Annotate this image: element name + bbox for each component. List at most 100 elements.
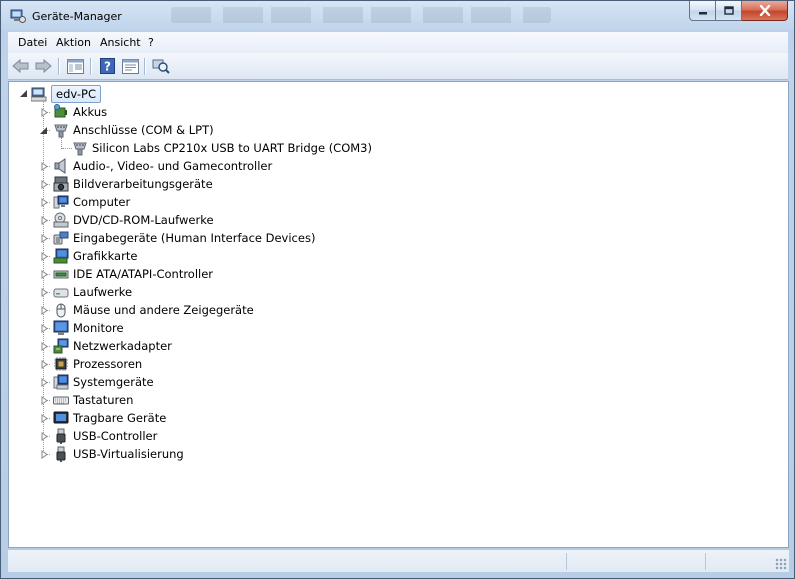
tree-category-label: Bildverarbeitungsgeräte (73, 177, 213, 191)
expand-triangle-icon[interactable] (40, 288, 49, 297)
menu-datei[interactable]: Datei (18, 36, 47, 49)
tree-category-row[interactable]: Audio-, Video- und Gamecontroller (9, 157, 709, 175)
minimize-icon (698, 11, 707, 14)
expand-triangle-icon[interactable] (40, 396, 49, 405)
system-device-icon (53, 374, 69, 390)
battery-icon (54, 104, 67, 118)
forward-arrow-icon (35, 59, 52, 73)
status-segment (705, 553, 706, 570)
computer-icon (31, 87, 47, 102)
tree-category-row[interactable]: Tragbare Geräte (9, 409, 709, 427)
properties-button[interactable] (120, 57, 140, 75)
tree-root-label: edv-PC (51, 85, 101, 103)
expand-triangle-icon[interactable] (40, 270, 49, 279)
tree-category-row[interactable]: Monitore (9, 319, 709, 337)
tree-category-row[interactable]: Mäuse und andere Zeigegeräte (9, 301, 709, 319)
expand-triangle-icon[interactable] (40, 234, 49, 243)
tree-category-label: Laufwerke (73, 285, 133, 299)
tree-category-row[interactable]: Systemgeräte (9, 373, 709, 391)
close-button[interactable] (742, 1, 788, 21)
close-icon (759, 5, 770, 16)
forward-button[interactable] (33, 57, 53, 75)
maximize-button[interactable] (716, 1, 742, 21)
tree-category-row[interactable]: USB-Virtualisierung (9, 445, 709, 463)
expand-triangle-icon[interactable] (40, 306, 49, 315)
tree-device-label: Silicon Labs CP210x USB to UART Bridge (… (92, 141, 372, 155)
expand-triangle-icon[interactable] (40, 180, 49, 189)
speaker-icon (54, 158, 66, 174)
resize-grip[interactable] (775, 558, 787, 570)
computer-icon (53, 195, 69, 209)
tree-category-label: Tragbare Geräte (73, 411, 167, 425)
scan-hardware-icon (152, 59, 170, 74)
camera-icon (53, 176, 69, 192)
disk-drive-icon (53, 288, 69, 298)
tree-category-row[interactable]: Prozessoren (9, 355, 709, 373)
expand-triangle-icon[interactable] (40, 324, 49, 333)
tree-category-label: Anschlüsse (COM & LPT) (73, 123, 214, 137)
expand-triangle-icon[interactable] (40, 342, 49, 351)
tree-category-row[interactable]: Anschlüsse (COM & LPT) (9, 121, 709, 139)
expand-triangle-icon[interactable] (40, 450, 49, 459)
tree-category-row[interactable]: Grafikkarte (9, 247, 709, 265)
expand-triangle-icon[interactable] (40, 216, 49, 225)
expand-triangle-icon[interactable] (40, 414, 49, 423)
tree-category-row[interactable]: Laufwerke (9, 283, 709, 301)
show-hide-console-tree-button[interactable] (65, 57, 85, 75)
device-manager-app-icon (10, 9, 26, 23)
background-title-blur (171, 7, 551, 23)
expand-triangle-icon[interactable] (40, 360, 49, 369)
expand-triangle-icon[interactable] (40, 432, 49, 441)
tree-root-row[interactable]: edv-PC (9, 85, 309, 103)
tree-category-label: Audio-, Video- und Gamecontroller (73, 159, 273, 173)
tree-category-label: Monitore (73, 321, 124, 335)
back-button[interactable] (11, 57, 31, 75)
minimize-button[interactable] (689, 1, 716, 21)
mouse-icon (56, 303, 66, 318)
tree-category-row[interactable]: Akkus (9, 103, 709, 121)
tree-category-row[interactable]: Eingabegeräte (Human Interface Devices) (9, 229, 709, 247)
tree-device-row[interactable]: Silicon Labs CP210x USB to UART Bridge (… (9, 139, 709, 157)
port-icon (73, 142, 87, 156)
status-segment (566, 553, 567, 570)
port-icon (54, 124, 68, 138)
title-bar[interactable]: Geräte-Manager (1, 1, 794, 31)
menu-help[interactable]: ? (148, 36, 154, 49)
expand-triangle-icon[interactable] (40, 162, 49, 171)
display-adapter-icon (53, 248, 69, 264)
device-manager-window: Geräte-Manager Datei Aktion Ansicht ? ? … (0, 0, 795, 579)
tree-category-label: Netzwerkadapter (73, 339, 172, 353)
tree-category-row[interactable]: Tastaturen (9, 391, 709, 409)
expand-triangle-icon[interactable] (40, 108, 49, 117)
monitor-icon (53, 320, 69, 335)
tree-category-row[interactable]: Bildverarbeitungsgeräte (9, 175, 709, 193)
tree-category-label: Tastaturen (73, 393, 134, 407)
menu-ansicht[interactable]: Ansicht (100, 36, 141, 49)
tree-category-row[interactable]: IDE ATA/ATAPI-Controller (9, 265, 709, 283)
tree-category-label: Systemgeräte (73, 375, 154, 389)
collapse-triangle-icon[interactable] (19, 89, 28, 98)
device-tree: edv-PC Akkus Anschlüsse (COM & LPT) Silico… (8, 81, 789, 548)
dvd-drive-icon (53, 212, 69, 228)
help-button[interactable]: ? (97, 57, 117, 75)
properties-icon (121, 58, 139, 74)
help-icon: ? (99, 58, 115, 74)
portable-device-icon (53, 411, 69, 424)
usb-icon (56, 446, 66, 462)
tree-category-label: Prozessoren (73, 357, 143, 371)
menu-aktion[interactable]: Aktion (56, 36, 91, 49)
ide-controller-icon (53, 270, 69, 279)
keyboard-icon (53, 396, 69, 405)
expand-triangle-icon[interactable] (40, 252, 49, 261)
usb-icon (56, 428, 66, 444)
collapse-triangle-icon[interactable] (39, 126, 48, 135)
tree-category-row[interactable]: Netzwerkadapter (9, 337, 709, 355)
tree-category-row[interactable]: DVD/CD-ROM-Laufwerke (9, 211, 709, 229)
hid-icon (53, 231, 69, 245)
tree-category-label: Mäuse und andere Zeigegeräte (73, 303, 254, 317)
tree-category-row[interactable]: USB-Controller (9, 427, 709, 445)
expand-triangle-icon[interactable] (40, 198, 49, 207)
expand-triangle-icon[interactable] (40, 378, 49, 387)
tree-category-row[interactable]: Computer (9, 193, 709, 211)
scan-hardware-button[interactable] (151, 57, 171, 75)
